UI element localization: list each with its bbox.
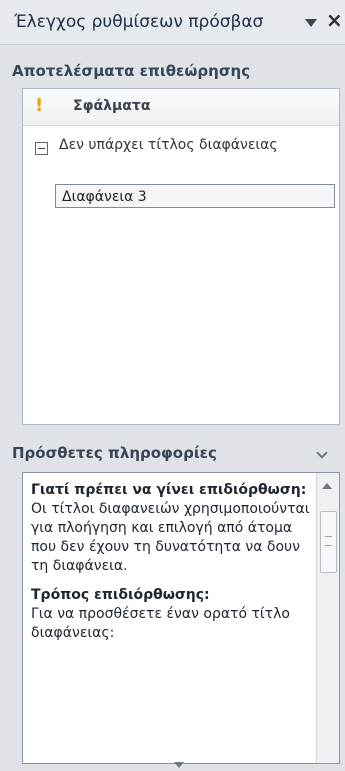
why-fix-heading: Γιατί πρέπει να γίνει επιδιόρθωση: — [31, 482, 307, 498]
inspection-results-list: ! Σφάλματα Δεν υπάρχει τίτλος διαφάνειας… — [22, 88, 340, 425]
collapse-rule-toggle-icon[interactable] — [35, 142, 48, 155]
rule-no-slide-title[interactable]: Δεν υπάρχει τίτλος διαφάνειας — [59, 135, 319, 155]
info-scrollbar[interactable] — [316, 473, 339, 763]
how-to-fix-text: Για να προσθέσετε έναν ορατό τίτλο διαφά… — [31, 606, 290, 641]
scrollbar-thumb[interactable] — [320, 511, 337, 573]
errors-group-header[interactable]: ! Σφάλματα — [23, 89, 339, 126]
result-item-slide[interactable]: Διαφάνεια 3 — [55, 184, 335, 208]
additional-info-content: Γιατί πρέπει να γίνει επιδιόρθωση: Οι τί… — [31, 481, 311, 643]
how-to-fix-heading: Τρόπος επιδιόρθωσης: — [31, 587, 210, 603]
additional-info-panel: Γιατί πρέπει να γίνει επιδιόρθωση: Οι τί… — [22, 472, 340, 764]
scroll-down-arrow-icon[interactable] — [174, 762, 184, 768]
pane-title: Έλεγχος ρυθμίσεων πρόσβασ — [14, 12, 264, 32]
why-fix-text: Οι τίτλοι διαφανειών χρησιμοποιούνται γι… — [31, 501, 310, 574]
scroll-up-arrow-icon[interactable] — [322, 483, 332, 489]
warning-icon: ! — [35, 95, 44, 116]
close-pane-button[interactable]: × — [326, 8, 345, 32]
inspection-results-heading: Αποτελέσματα επιθεώρησης — [12, 62, 251, 80]
collapse-info-chevron-icon[interactable] — [315, 447, 331, 463]
additional-info-heading: Πρόσθετες πληροφορίες — [12, 444, 217, 462]
pane-options-dropdown-icon[interactable] — [303, 15, 319, 31]
task-pane-title-bar: Έλεγχος ρυθμίσεων πρόσβασ × — [0, 0, 345, 45]
errors-group-label: Σφάλματα — [73, 98, 151, 114]
